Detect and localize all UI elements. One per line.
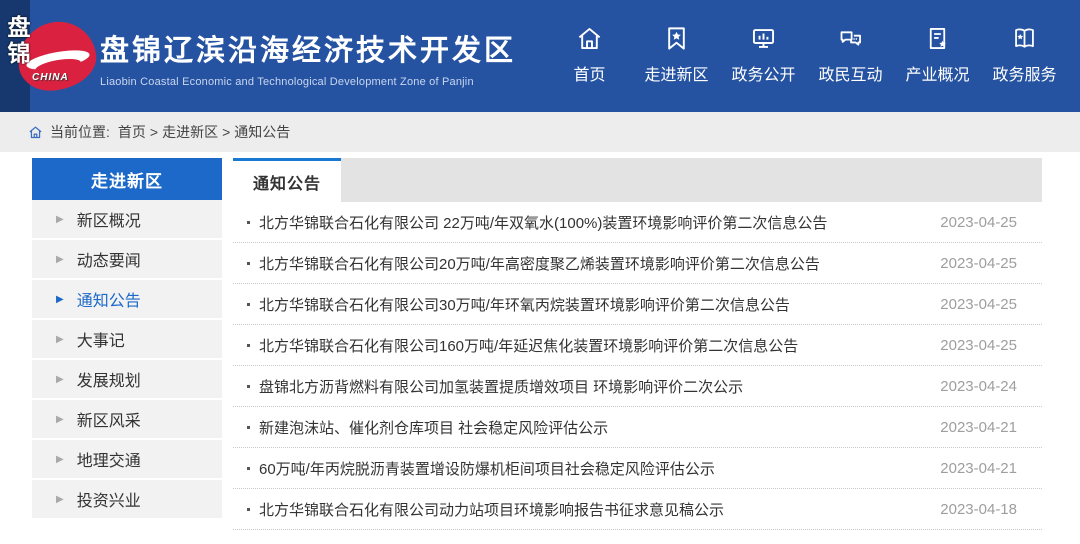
logo-caption: CHINA <box>32 72 69 83</box>
bullet-icon <box>247 467 250 470</box>
sidebar-item[interactable]: ▶ 投资兴业 <box>32 480 222 520</box>
home-icon <box>576 25 603 52</box>
nav-item[interactable]: 产业概况 <box>894 25 981 85</box>
header-titles: 盘锦辽滨沿海经济技术开发区 Liaobin Coastal Economic a… <box>100 27 516 88</box>
chevron-right-icon: ▶ <box>56 214 64 225</box>
notice-row[interactable]: 北方华锦联合石化有限公司30万吨/年环氧丙烷装置环境影响评价第二次信息公告 20… <box>233 284 1042 325</box>
document-star-icon <box>924 25 951 52</box>
bullet-icon <box>247 508 250 511</box>
notice-title[interactable]: 北方华锦联合石化有限公司160万吨/年延迟焦化装置环境影响评价第二次信息公告 <box>247 335 798 356</box>
sidebar-item[interactable]: ▶ 新区概况 <box>32 200 222 240</box>
home-icon <box>28 125 43 140</box>
sidebar-item-label: 新区概况 <box>77 207 141 231</box>
sidebar-item[interactable]: ▶ 地理交通 <box>32 440 222 480</box>
sidebar: 走进新区 ▶ 新区概况 ▶ 动态要闻 ▶ 通知公告 ▶ <box>32 158 222 520</box>
sidebar-item-label: 发展规划 <box>77 367 141 391</box>
main-panel: 通知公告 北方华锦联合石化有限公司 22万吨/年双氧水(100%)装置环境影响评… <box>233 158 1042 530</box>
bullet-icon <box>247 303 250 306</box>
breadcrumb-separator: > <box>222 124 230 140</box>
breadcrumb-separator: > <box>150 124 158 140</box>
site-header: 盘 锦 CHINA 盘锦辽滨沿海经济技术开发区 Liaobin Coastal … <box>0 0 1080 112</box>
notice-date: 2023-04-21 <box>940 419 1017 436</box>
breadcrumb-link[interactable]: 通知公告 <box>234 122 290 142</box>
sidebar-item[interactable]: ▶ 发展规划 <box>32 360 222 400</box>
chevron-right-icon: ▶ <box>56 494 64 505</box>
bullet-icon <box>247 426 250 429</box>
notice-date: 2023-04-25 <box>940 255 1017 272</box>
sidebar-item-label: 新区风采 <box>77 407 141 431</box>
chevron-right-icon: ▶ <box>56 334 64 345</box>
notice-title[interactable]: 北方华锦联合石化有限公司动力站项目环境影响报告书征求意见稿公示 <box>247 499 724 520</box>
breadcrumb: 当前位置: 首页 > 走进新区 > 通知公告 <box>0 112 1080 152</box>
sidebar-item-label: 大事记 <box>77 327 125 351</box>
notice-row[interactable]: 60万吨/年丙烷脱沥青装置增设防爆机柜间项目社会稳定风险评估公示 2023-04… <box>233 448 1042 489</box>
sidebar-item[interactable]: ▶ 新区风采 <box>32 400 222 440</box>
main-nav: 首页 走进新区 政务公开 政民互动 产业概况 <box>546 25 1068 85</box>
nav-item-label: 政务公开 <box>731 61 795 85</box>
notice-title[interactable]: 北方华锦联合石化有限公司30万吨/年环氧丙烷装置环境影响评价第二次信息公告 <box>247 294 790 315</box>
breadcrumb-trail: 首页 > 走进新区 > 通知公告 <box>118 122 290 142</box>
tab-notices[interactable]: 通知公告 <box>233 158 341 202</box>
notice-row[interactable]: 北方华锦联合石化有限公司160万吨/年延迟焦化装置环境影响评价第二次信息公告 2… <box>233 325 1042 366</box>
site-logo[interactable]: 盘 锦 CHINA <box>2 10 98 104</box>
nav-item[interactable]: 首页 <box>546 25 633 85</box>
nav-item-label: 政民互动 <box>818 61 882 85</box>
sidebar-item[interactable]: ▶ 通知公告 <box>32 280 222 320</box>
tab-strip: 通知公告 <box>233 158 1042 202</box>
bullet-icon <box>247 344 250 347</box>
notice-date: 2023-04-21 <box>940 460 1017 477</box>
notice-date: 2023-04-25 <box>940 214 1017 231</box>
sidebar-item-label: 动态要闻 <box>77 247 141 271</box>
notice-date: 2023-04-25 <box>940 296 1017 313</box>
nav-item[interactable]: 政务服务 <box>981 25 1068 85</box>
breadcrumb-link[interactable]: 首页 <box>118 122 146 142</box>
site-subtitle-en: Liaobin Coastal Economic and Technologic… <box>100 76 516 88</box>
breadcrumb-prefix: 当前位置: <box>50 122 110 142</box>
notice-title[interactable]: 北方华锦联合石化有限公司20万吨/年高密度聚乙烯装置环境影响评价第二次信息公告 <box>247 253 820 274</box>
bullet-icon <box>247 262 250 265</box>
sidebar-item-label: 地理交通 <box>77 447 141 471</box>
chevron-right-icon: ▶ <box>56 454 64 465</box>
notice-title[interactable]: 盘锦北方沥背燃料有限公司加氢装置提质增效项目 环境影响评价二次公示 <box>247 376 743 397</box>
notice-row[interactable]: 盘锦北方沥背燃料有限公司加氢装置提质增效项目 环境影响评价二次公示 2023-0… <box>233 366 1042 407</box>
sidebar-item[interactable]: ▶ 大事记 <box>32 320 222 360</box>
nav-item-label: 走进新区 <box>644 61 708 85</box>
chat-bubbles-icon <box>837 25 864 52</box>
notice-list: 北方华锦联合石化有限公司 22万吨/年双氧水(100%)装置环境影响评价第二次信… <box>233 202 1042 530</box>
site-title: 盘锦辽滨沿海经济技术开发区 <box>100 27 516 69</box>
notice-title[interactable]: 60万吨/年丙烷脱沥青装置增设防爆机柜间项目社会稳定风险评估公示 <box>247 458 715 479</box>
notice-row[interactable]: 北方华锦联合石化有限公司动力站项目环境影响报告书征求意见稿公示 2023-04-… <box>233 489 1042 530</box>
logo-characters: 盘 锦 <box>5 14 33 66</box>
nav-item[interactable]: 走进新区 <box>633 25 720 85</box>
notice-row[interactable]: 新建泡沫站、催化剂仓库项目 社会稳定风险评估公示 2023-04-21 <box>233 407 1042 448</box>
content-area: 走进新区 ▶ 新区概况 ▶ 动态要闻 ▶ 通知公告 ▶ <box>32 158 1042 530</box>
notice-date: 2023-04-25 <box>940 337 1017 354</box>
chevron-right-icon: ▶ <box>56 414 64 425</box>
bullet-icon <box>247 385 250 388</box>
notice-row[interactable]: 北方华锦联合石化有限公司20万吨/年高密度聚乙烯装置环境影响评价第二次信息公告 … <box>233 243 1042 284</box>
sidebar-header: 走进新区 <box>32 158 222 200</box>
bullet-icon <box>247 221 250 224</box>
nav-item[interactable]: 政务公开 <box>720 25 807 85</box>
bookmark-star-icon <box>663 25 690 52</box>
book-star-icon <box>1011 25 1038 52</box>
notice-row[interactable]: 北方华锦联合石化有限公司 22万吨/年双氧水(100%)装置环境影响评价第二次信… <box>233 202 1042 243</box>
sidebar-item-label: 通知公告 <box>77 287 141 311</box>
nav-item-label: 政务服务 <box>992 61 1056 85</box>
notice-title[interactable]: 新建泡沫站、催化剂仓库项目 社会稳定风险评估公示 <box>247 417 608 438</box>
monitor-chart-icon <box>750 25 777 52</box>
breadcrumb-link[interactable]: 走进新区 <box>162 122 218 142</box>
nav-item[interactable]: 政民互动 <box>807 25 894 85</box>
sidebar-item[interactable]: ▶ 动态要闻 <box>32 240 222 280</box>
nav-item-label: 首页 <box>573 61 605 85</box>
notice-date: 2023-04-18 <box>940 501 1017 518</box>
notice-date: 2023-04-24 <box>940 378 1017 395</box>
chevron-right-icon: ▶ <box>56 374 64 385</box>
sidebar-item-label: 投资兴业 <box>77 487 141 511</box>
chevron-right-icon: ▶ <box>56 254 64 265</box>
nav-item-label: 产业概况 <box>905 61 969 85</box>
chevron-right-icon: ▶ <box>56 294 64 305</box>
notice-title[interactable]: 北方华锦联合石化有限公司 22万吨/年双氧水(100%)装置环境影响评价第二次信… <box>247 212 827 233</box>
sidebar-menu: ▶ 新区概况 ▶ 动态要闻 ▶ 通知公告 ▶ 大事记 <box>32 200 222 520</box>
